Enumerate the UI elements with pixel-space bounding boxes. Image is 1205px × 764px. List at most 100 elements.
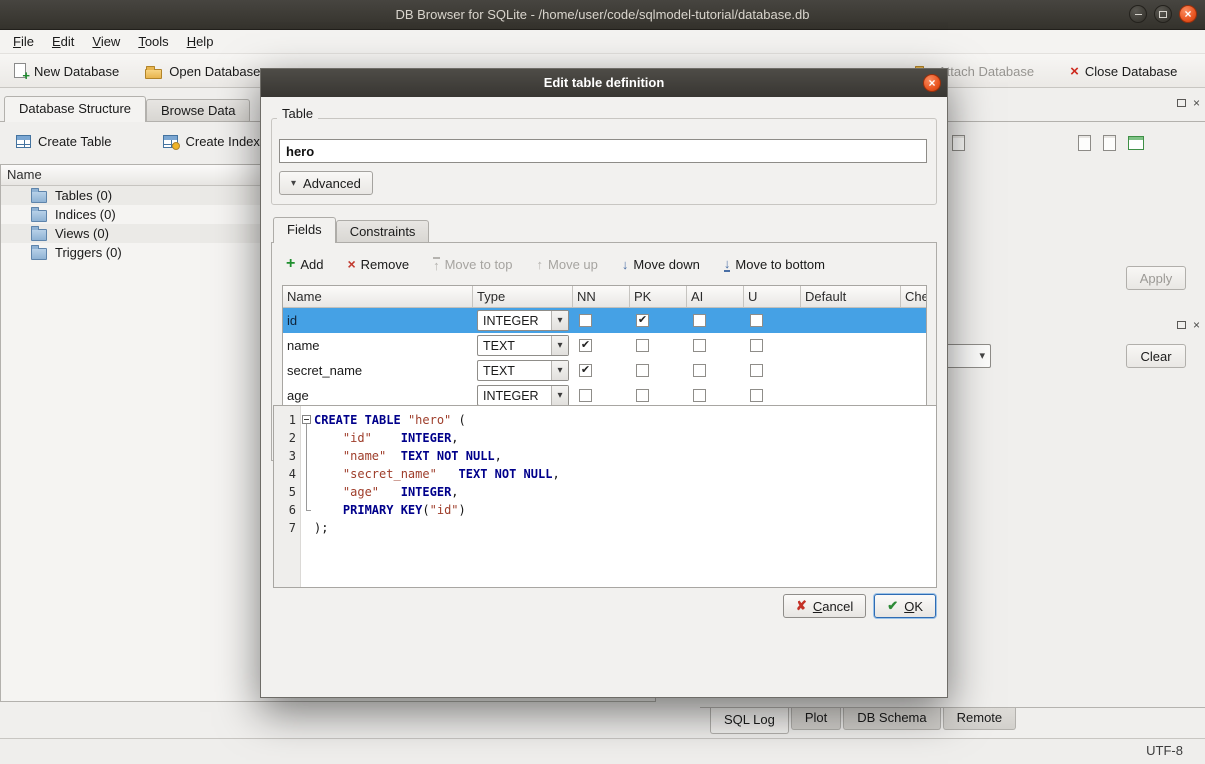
tab-database-structure[interactable]: Database Structure bbox=[4, 96, 146, 122]
tab-fields[interactable]: Fields bbox=[273, 217, 336, 243]
toolbar-left: New Database Open Database bbox=[6, 57, 266, 85]
column-header-nn[interactable]: NN bbox=[573, 286, 630, 307]
field-type-cell: TEXT▾ bbox=[473, 333, 573, 358]
field-row[interactable]: nameTEXT▾✔ bbox=[283, 333, 926, 358]
minimize-icon[interactable] bbox=[1129, 5, 1147, 23]
menu-item-view[interactable]: View bbox=[83, 32, 129, 51]
attach-database-label: Attach Database bbox=[938, 64, 1034, 79]
nn-checkbox[interactable]: ✔ bbox=[579, 339, 592, 352]
dialog-title: Edit table definition bbox=[261, 69, 947, 97]
create-index-button[interactable]: Create Index bbox=[155, 131, 267, 152]
ai-checkbox[interactable] bbox=[693, 339, 706, 352]
nn-checkbox[interactable] bbox=[579, 389, 592, 402]
grid-header: NameTypeNNPKAIUDefaultCheck bbox=[283, 286, 926, 308]
nn-checkbox[interactable] bbox=[579, 314, 592, 327]
field-type-combo[interactable]: INTEGER▾ bbox=[477, 385, 569, 406]
float-panel-icon[interactable] bbox=[1177, 99, 1186, 107]
new-database-button[interactable]: New Database bbox=[6, 61, 125, 81]
float-panel-icon[interactable] bbox=[1177, 321, 1186, 329]
bottom-tab-plot[interactable]: Plot bbox=[791, 708, 841, 730]
sql-preview: 1CREATE TABLE "hero" (2 "id" INTEGER,3 "… bbox=[273, 405, 937, 588]
cancel-button[interactable]: ✘ Cancel bbox=[783, 594, 866, 618]
add-label: Add bbox=[300, 257, 323, 272]
field-row[interactable]: idINTEGER▾✔ bbox=[283, 308, 926, 333]
combo-value: INTEGER bbox=[483, 389, 539, 403]
field-type-combo[interactable]: INTEGER▾ bbox=[477, 310, 569, 331]
maximize-icon[interactable] bbox=[1154, 5, 1172, 23]
fields-toolbar: +Add×Remove↑Move to top↑Move up↓Move dow… bbox=[286, 251, 825, 277]
u-checkbox[interactable] bbox=[750, 389, 763, 402]
ok-button[interactable]: ✔ OK bbox=[874, 594, 936, 618]
pk-checkbox[interactable] bbox=[636, 339, 649, 352]
menu-item-help[interactable]: Help bbox=[178, 32, 223, 51]
tab-constraints[interactable]: Constraints bbox=[336, 220, 430, 243]
u-checkbox[interactable] bbox=[750, 364, 763, 377]
create-table-button[interactable]: Create Table bbox=[8, 131, 119, 152]
remove-icon: × bbox=[347, 257, 355, 271]
add-button[interactable]: +Add bbox=[286, 256, 323, 272]
close-database-icon: × bbox=[1070, 64, 1079, 79]
field-type-combo[interactable]: TEXT▾ bbox=[477, 360, 569, 381]
ai-checkbox[interactable] bbox=[693, 364, 706, 377]
nn-checkbox[interactable]: ✔ bbox=[579, 364, 592, 377]
column-header-u[interactable]: U bbox=[744, 286, 801, 307]
u-checkbox[interactable] bbox=[750, 339, 763, 352]
column-header-default[interactable]: Default bbox=[801, 286, 901, 307]
window-titlebar[interactable]: DB Browser for SQLite - /home/user/code/… bbox=[0, 0, 1205, 30]
tab-browse-data[interactable]: Browse Data bbox=[146, 99, 250, 122]
close-database-button[interactable]: ×Close Database bbox=[1064, 62, 1183, 81]
dialog-titlebar[interactable]: Edit table definition × bbox=[261, 69, 947, 97]
sql-code: "secret_name" TEXT NOT NULL, bbox=[314, 467, 560, 481]
bottom-tab-remote[interactable]: Remote bbox=[943, 708, 1017, 730]
move-bottom-button[interactable]: ↓Move to bottom bbox=[724, 257, 825, 272]
clear-button[interactable]: Clear bbox=[1126, 344, 1186, 368]
ai-checkbox[interactable] bbox=[693, 314, 706, 327]
close-icon[interactable]: × bbox=[1179, 5, 1197, 23]
apply-button[interactable]: Apply bbox=[1126, 266, 1186, 290]
main-window: DB Browser for SQLite - /home/user/code/… bbox=[0, 0, 1205, 764]
table-name-input[interactable] bbox=[279, 139, 927, 163]
column-header-name[interactable]: Name bbox=[283, 286, 473, 307]
panel-icon-4[interactable] bbox=[1128, 136, 1144, 153]
advanced-toggle[interactable]: ▾ Advanced bbox=[279, 171, 373, 195]
column-header-ai[interactable]: AI bbox=[687, 286, 744, 307]
panel-icon-2[interactable] bbox=[1078, 135, 1091, 154]
collapse-icon[interactable] bbox=[302, 415, 311, 424]
column-header-check[interactable]: Check bbox=[901, 286, 927, 307]
move-down-button[interactable]: ↓Move down bbox=[622, 257, 700, 272]
pk-checkbox[interactable] bbox=[636, 364, 649, 377]
pk-checkbox[interactable] bbox=[636, 389, 649, 402]
structure-toolbar: Create Table Create Index bbox=[8, 131, 268, 152]
line-number: 1 bbox=[274, 413, 300, 427]
menu-item-edit[interactable]: Edit bbox=[43, 32, 83, 51]
new-database-icon bbox=[12, 63, 28, 79]
dialog-close-icon[interactable]: × bbox=[923, 74, 941, 92]
menu-item-tools[interactable]: Tools bbox=[129, 32, 177, 51]
panel-icon-1[interactable] bbox=[952, 135, 965, 154]
u-checkbox[interactable] bbox=[750, 314, 763, 327]
sql-line: 7); bbox=[274, 519, 936, 537]
menu-item-file[interactable]: File bbox=[4, 32, 43, 51]
panel-icon-3[interactable] bbox=[1103, 135, 1116, 154]
close-panel-icon[interactable]: × bbox=[1193, 97, 1200, 109]
ai-checkbox[interactable] bbox=[693, 389, 706, 402]
column-header-type[interactable]: Type bbox=[473, 286, 573, 307]
sql-line: 4 "secret_name" TEXT NOT NULL, bbox=[274, 465, 936, 483]
column-header-pk[interactable]: PK bbox=[630, 286, 687, 307]
remove-button[interactable]: ×Remove bbox=[347, 257, 409, 272]
create-table-label: Create Table bbox=[38, 134, 111, 149]
table-icon bbox=[1128, 136, 1144, 150]
document-icon bbox=[952, 135, 965, 151]
field-type-combo[interactable]: TEXT▾ bbox=[477, 335, 569, 356]
close-panel-icon[interactable]: × bbox=[1193, 319, 1200, 331]
open-database-button[interactable]: Open Database bbox=[139, 61, 266, 81]
window-title: DB Browser for SQLite - /home/user/code/… bbox=[0, 0, 1205, 29]
field-check-cell bbox=[901, 358, 927, 383]
bottom-tab-db-schema[interactable]: DB Schema bbox=[843, 708, 940, 730]
field-row[interactable]: secret_nameTEXT▾✔ bbox=[283, 358, 926, 383]
pk-checkbox[interactable]: ✔ bbox=[636, 314, 649, 327]
field-default-cell bbox=[801, 333, 901, 358]
line-number: 6 bbox=[274, 503, 300, 517]
pk-cell bbox=[630, 333, 687, 358]
bottom-tab-sql-log[interactable]: SQL Log bbox=[710, 708, 789, 734]
